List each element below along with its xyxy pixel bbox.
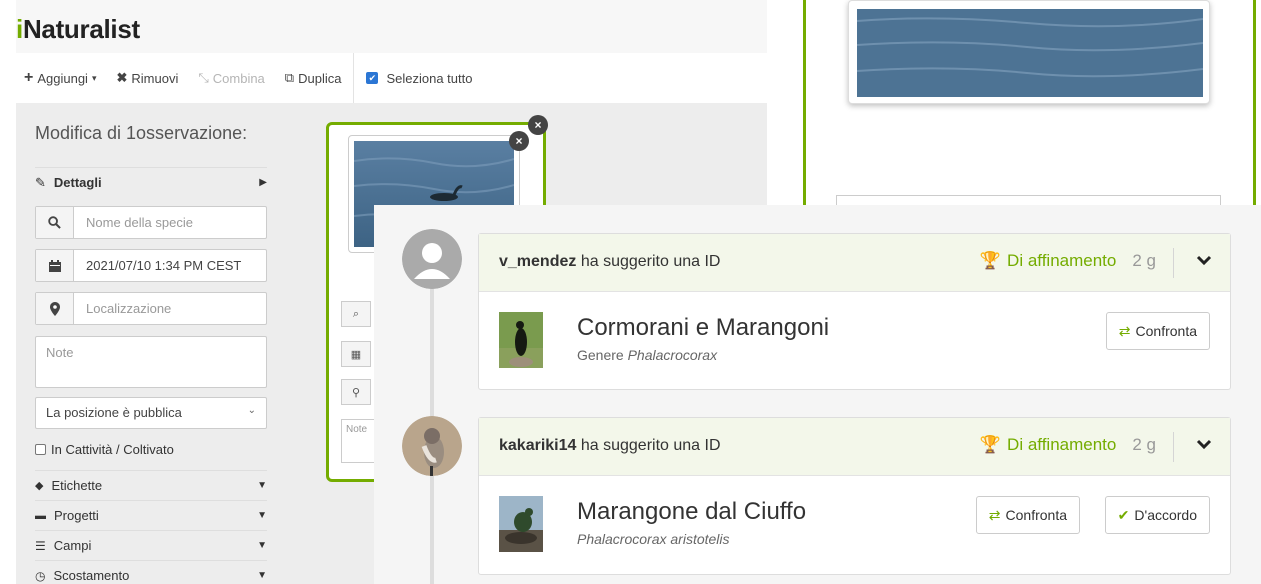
privacy-select[interactable]: La posizione è pubblica ⌄ (35, 397, 267, 429)
chevron-down-icon[interactable] (1196, 252, 1212, 273)
toolbar: + Aggiungi ▾ ✖ Rimuovi ⤡ Combina ⧉ Dupli… (16, 53, 767, 103)
remove-button[interactable]: ✖ Rimuovi (116, 70, 178, 86)
duplicate-button[interactable]: ⧉ Duplica (285, 70, 342, 86)
taxon-common-name[interactable]: Cormorani e Marangoni (577, 314, 829, 342)
toolbar-divider (353, 53, 355, 103)
add-button[interactable]: + Aggiungi ▾ (24, 69, 96, 87)
header-divider (1173, 432, 1174, 462)
compare-button[interactable]: ⇄ Confronta (975, 496, 1080, 534)
briefcase-icon: ▬ (35, 509, 46, 522)
tag-icon: ◆ (35, 480, 44, 492)
captive-checkbox[interactable]: In Cattività / Coltivato (35, 442, 174, 457)
top-bar: iNaturalist (16, 0, 767, 53)
details-toggle[interactable]: ✎ Dettagli ▶ (35, 167, 267, 197)
caret-right-icon: ▶ (259, 177, 267, 188)
trophy-icon: 🏆 (979, 435, 1002, 454)
search-icon (36, 207, 74, 238)
taxon-photo[interactable] (499, 312, 543, 368)
combine-icon: ⤡ (198, 70, 209, 85)
exchange-icon: ⇄ (1118, 322, 1131, 339)
checkbox-unchecked-icon (35, 444, 46, 455)
location-input[interactable]: Localizzazione (35, 292, 267, 325)
notes-textarea[interactable]: Note (35, 336, 267, 388)
id-age: 2 g (1132, 435, 1156, 454)
taxon-photo[interactable] (499, 496, 543, 552)
username-link[interactable]: v_mendez (499, 253, 576, 270)
calendar-icon (36, 250, 74, 281)
taxon-scientific-name: Genere Phalacrocorax (577, 347, 718, 363)
map-marker-icon: ⚲ (341, 379, 371, 405)
clock-icon: ◷ (35, 568, 46, 583)
select-all-checkbox[interactable]: ✔ Seleziona tutto (366, 71, 472, 86)
chevron-down-icon: ⌄ (247, 405, 256, 416)
checkbox-checked-icon: ✔ (366, 72, 379, 84)
search-icon: ⌕ (341, 301, 371, 327)
plus-icon: + (24, 69, 34, 86)
close-icon[interactable]: × (528, 115, 548, 135)
taxon-scientific-name: Phalacrocorax aristotelis (577, 531, 730, 547)
pencil-icon: ✎ (35, 174, 46, 190)
offset-section[interactable]: ◷ Scostamento ▼ (35, 560, 267, 584)
date-input[interactable]: 2021/07/10 1:34 PM CEST (35, 249, 267, 282)
close-icon[interactable]: × (509, 131, 529, 151)
inaturalist-logo[interactable]: iNaturalist (16, 14, 140, 45)
combine-button[interactable]: ⤡ Combina (198, 70, 264, 86)
fields-section[interactable]: ☰ Campi ▼ (35, 530, 267, 560)
header-divider (1173, 248, 1174, 278)
background-photo (848, 0, 1210, 104)
tags-section[interactable]: ◆ Etichette ▼ (35, 470, 267, 500)
caret-down-icon: ▼ (257, 480, 267, 491)
x-icon: ✖ (116, 70, 128, 85)
exchange-icon: ⇄ (988, 506, 1001, 523)
compare-button[interactable]: ⇄ Confronta (1105, 312, 1210, 350)
check-icon: ✔ (1117, 506, 1130, 523)
id-age: 2 g (1132, 251, 1156, 270)
edit-sidebar: Modifica di 1osservazione: ✎ Dettagli ▶ … (16, 103, 286, 584)
id-category: 🏆 Di affinamento 2 g (979, 435, 1156, 454)
user-avatar-kakariki14[interactable] (402, 416, 462, 476)
sidebar-title: Modifica di 1osservazione: (35, 123, 248, 143)
copy-icon: ⧉ (284, 70, 295, 85)
chevron-down-icon[interactable] (1196, 436, 1212, 457)
taxon-common-name[interactable]: Marangone dal Ciuffo (577, 498, 806, 526)
user-avatar-default[interactable] (402, 229, 462, 289)
projects-section[interactable]: ▬ Progetti ▼ (35, 500, 267, 530)
species-input[interactable]: Nome della specie (35, 206, 267, 239)
map-marker-icon (36, 293, 74, 324)
identifications-panel: v_mendez ha suggerito una ID 🏆 Di affina… (374, 205, 1261, 584)
timeline-line (430, 245, 434, 584)
username-link[interactable]: kakariki14 (499, 437, 576, 454)
identification-body: Cormorani e Marangoni Genere Phalacrocor… (479, 292, 1230, 389)
identification-card: v_mendez ha suggerito una ID 🏆 Di affina… (478, 233, 1231, 390)
caret-down-icon: ▼ (257, 570, 267, 581)
trophy-icon: 🏆 (979, 251, 1002, 270)
agree-button[interactable]: ✔ D'accordo (1104, 496, 1210, 534)
calendar-icon: ▦ (341, 341, 371, 367)
id-category: 🏆 Di affinamento 2 g (979, 251, 1156, 270)
identification-header: v_mendez ha suggerito una ID 🏆 Di affina… (479, 234, 1230, 292)
caret-down-icon: ▾ (91, 72, 97, 83)
caret-down-icon: ▼ (257, 540, 267, 551)
identification-body: Marangone dal Ciuffo Phalacrocorax arist… (479, 476, 1230, 573)
identification-card: kakariki14 ha suggerito una ID 🏆 Di affi… (478, 417, 1231, 575)
identification-header: kakariki14 ha suggerito una ID 🏆 Di affi… (479, 418, 1230, 476)
caret-down-icon: ▼ (257, 510, 267, 521)
list-icon: ☰ (35, 538, 46, 553)
